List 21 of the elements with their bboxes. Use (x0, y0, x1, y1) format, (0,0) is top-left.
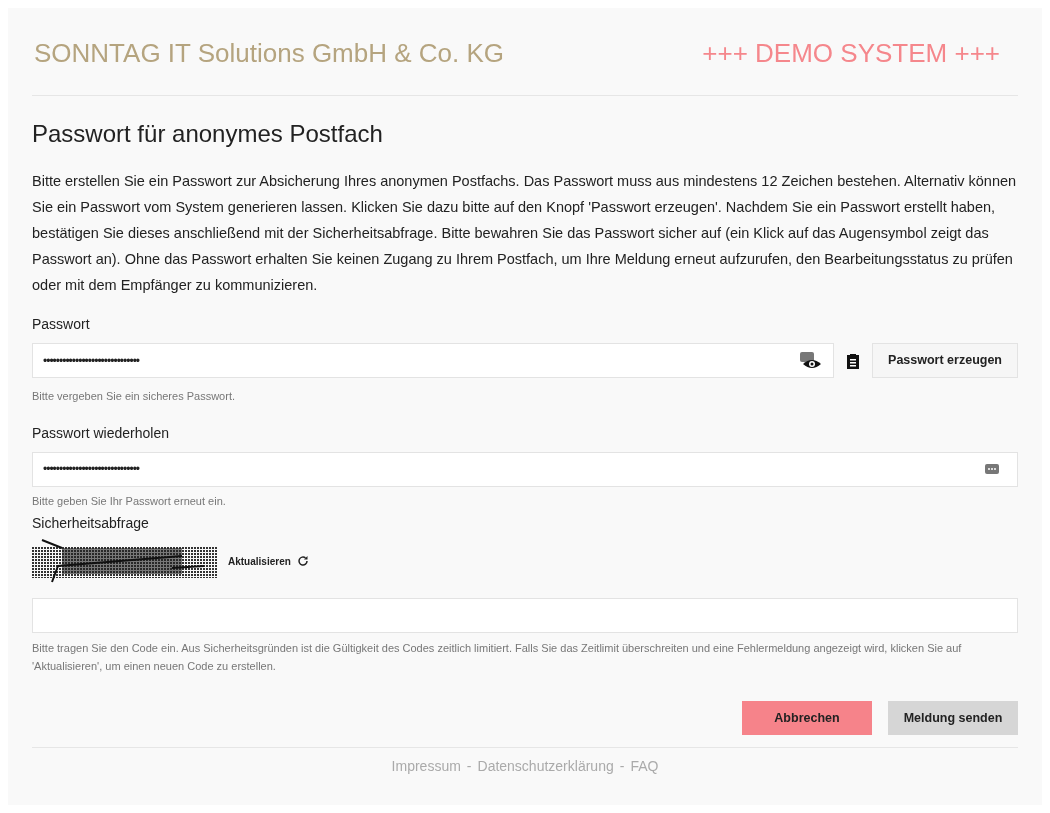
form-button[interactable]: Abbrechen (742, 701, 872, 735)
field-hint: Bitte tragen Sie den Code ein. Aus Sicherheitsgründen ist die Gültigkeit des Codes zeitlich limitiert. Falls Sie das Zeitlimit überschreiten und eine Fehlermeldung angezeigt wird, klicken Sie auf 'Aktualisieren', um einen neuen Code zu erstellen. (32, 641, 963, 674)
clipboard-icon[interactable] (846, 352, 861, 369)
form-button[interactable]: Meldung senden (888, 701, 1018, 735)
field-label: Passwort (32, 315, 91, 334)
demo-notice-text: +++ DEMO SYSTEM +++ (702, 37, 1000, 70)
field-label: Passwort wiederholen (32, 423, 170, 443)
captcha-field[interactable] (32, 598, 1018, 633)
field-hint: Bitte geben Sie Ihr Passwort erneut ein. (32, 493, 227, 509)
footer-separator: - (466, 757, 472, 776)
page-heading: Passwort für anonymes Postfach (32, 119, 384, 149)
refresh-captcha-button[interactable]: Aktualisieren (228, 553, 309, 569)
intro-text: Bitte erstellen Sie ein Passwort zur Absicherung Ihres anonymen Postfachs. Das Passwort muss aus mindestens 12 Zeichen bestehen. Alternativ können Sie ein Passwort vom System generieren lassen. Klicken Sie dazu bitte auf den Knopf 'Passwort erzeugen'. Nachdem Sie ein Passwort erstellt haben, bestätigen Sie dieses anschließend mit der Sicherheitsabfrage. Bitte bewahren Sie das Passwort sicher auf (ein Klick auf das Augensymbol zeigt das Passwort an). Ohne das Passwort erhalten Sie keinen Zugang zu Ihrem Postfach, um Ihre Meldung erneut aufzurufen, den Bearbeitungsstatus zu prüfen oder mit dem Empfänger zu kommunizieren. (32, 172, 1018, 295)
refresh-icon (296, 555, 309, 567)
repeat-password-field[interactable]: •••••••••••••••••••••••••••••• (32, 451, 1018, 487)
field-label: Sicherheitsabfrage (32, 514, 150, 533)
company-name: SONNTAG IT Solutions GmbH & Co. KG (34, 37, 505, 70)
footer-separator: - (619, 757, 625, 776)
password-field[interactable]: •••••••••••••••••••••••••••••• (32, 343, 835, 378)
generate-password-button[interactable]: Passwort erzeugen (872, 343, 1018, 378)
field-hint: Bitte vergeben Sie ein sicheres Passwort. (32, 389, 236, 404)
